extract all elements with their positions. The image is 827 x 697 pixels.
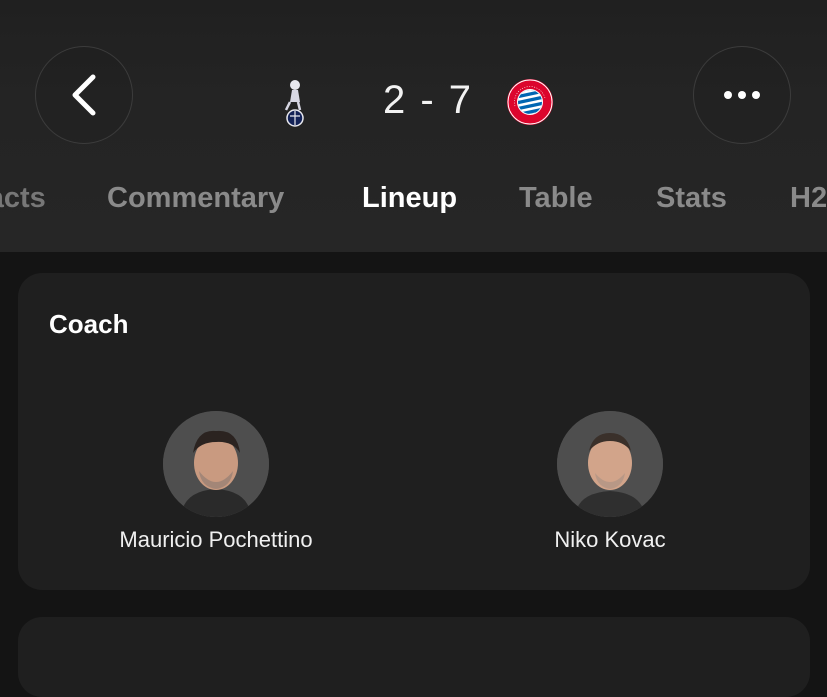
more-options-button[interactable]	[693, 46, 791, 144]
coach-photo	[163, 411, 269, 517]
back-button[interactable]	[35, 46, 133, 144]
bayern-munchen-crest-icon	[507, 79, 553, 125]
coach-name: Niko Kovac	[554, 527, 666, 552]
more-dots-icon	[724, 91, 760, 99]
next-card	[18, 617, 810, 697]
coach-card: Coach Mauricio Pochettino Niko Kovac	[18, 273, 810, 590]
tottenham-crest-icon	[284, 80, 304, 127]
tab-commentary[interactable]: Commentary	[107, 182, 284, 215]
card-title: Coach	[49, 309, 129, 339]
coach-photo	[557, 411, 663, 517]
match-header: 2 - 7 Facts Commentary Lineup Table Stat…	[0, 0, 827, 252]
tab-stats[interactable]: Stats	[656, 182, 727, 215]
avatar	[557, 411, 663, 517]
tab-lineup[interactable]: Lineup	[362, 182, 457, 215]
coach-home[interactable]: Mauricio Pochettino	[86, 411, 346, 553]
tab-facts[interactable]: Facts	[0, 182, 46, 215]
match-tabs: Facts Commentary Lineup Table Stats H2H	[0, 176, 827, 226]
coach-name: Mauricio Pochettino	[119, 527, 313, 552]
tab-h2h[interactable]: H2H	[790, 182, 827, 215]
avatar	[163, 411, 269, 517]
scoreline: 2 - 7	[268, 70, 568, 132]
coach-away[interactable]: Niko Kovac	[480, 411, 740, 553]
tab-table[interactable]: Table	[519, 182, 593, 215]
chevron-left-icon	[72, 74, 96, 116]
score: 2 - 7	[382, 78, 474, 122]
